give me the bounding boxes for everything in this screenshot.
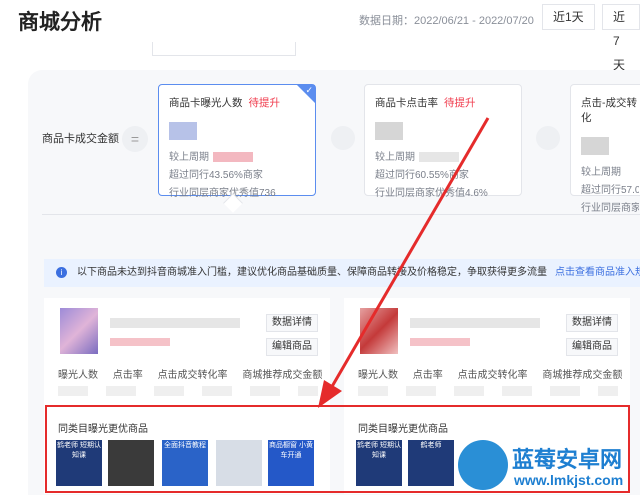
watermark-url: www.lmkjst.com [514, 472, 624, 488]
section-divider [42, 214, 640, 215]
data-detail-button[interactable]: 数据详情 [266, 314, 318, 332]
notice-bar: i 以下商品未达到抖音商城准入门槛，建议优化商品基础质量、保障商品转接及价格稳定，… [44, 259, 640, 287]
notice-link[interactable]: 点击查看商品准入规 [555, 267, 640, 278]
metric-card-ctr[interactable]: 商品卡点击率 待提升 较上周期 超过同行60.55%商家 行业同层商家优秀值4.6… [364, 84, 522, 199]
product-title-blur [410, 318, 540, 328]
stat-gmv: 商城推荐成交金额 [242, 370, 323, 381]
stat-exposure: 曝光人数 [358, 370, 398, 381]
metric-value-blur [581, 137, 609, 155]
product-price-blur [110, 338, 170, 346]
edit-product-button[interactable]: 编辑商品 [266, 338, 318, 356]
watermark: 蓝莓安卓网 www.lmkjst.com [452, 436, 640, 495]
multiply-icon [536, 126, 560, 150]
stat-gmv: 商城推荐成交金额 [542, 370, 623, 381]
edit-product-button[interactable]: 编辑商品 [566, 338, 618, 356]
peer-text: 超过同行57.0 [581, 185, 639, 196]
formula-label: 商品卡成交金额 [42, 133, 119, 145]
watermark-brand: 蓝莓安卓网 [512, 447, 623, 472]
page-title: 商城分析 [18, 11, 102, 34]
product-title-blur [110, 318, 240, 328]
metric-card-conversion[interactable]: 点击-成交转化 较上周期 超过同行57.0 行业同层商家 [570, 84, 640, 214]
metric-card-exposure[interactable]: ✓ 商品卡曝光人数 待提升 较上周期 超过同行43.56%商家 行业同层商家优秀值… [158, 84, 316, 199]
stat-values-blur [358, 386, 618, 396]
info-icon: i [56, 266, 67, 278]
compare-label: 较上周期 [169, 152, 209, 163]
range-button-7d[interactable]: 近7天 [602, 4, 640, 72]
watermark-logo-icon [458, 440, 508, 490]
multiply-icon [331, 126, 355, 150]
metric-title: 点击-成交转化 [581, 97, 637, 124]
compare-label: 较上周期 [581, 167, 621, 178]
metric-tag: 待提升 [444, 97, 476, 109]
product-thumbnail[interactable] [60, 308, 98, 354]
metric-value-blur [375, 122, 403, 140]
notice-text: 以下商品未达到抖音商城准入门槛，建议优化商品基础质量、保障商品转接及价格稳定，争… [77, 267, 547, 278]
range-button-1d[interactable]: 近1天 [542, 4, 595, 30]
product-thumbnail[interactable] [360, 308, 398, 354]
compare-label: 较上周期 [375, 152, 415, 163]
date-range: 数据日期：2022/06/21 - 2022/07/20 [359, 15, 534, 27]
stat-exposure: 曝光人数 [58, 370, 98, 381]
stat-conversion: 点击成交转化率 [457, 370, 528, 381]
equals-icon: = [122, 126, 148, 152]
benchmark-text: 行业同层商家优秀值4.6% [375, 188, 488, 199]
metric-title: 商品卡点击率 [375, 97, 438, 109]
data-detail-button[interactable]: 数据详情 [566, 314, 618, 332]
stat-ctr: 点击率 [412, 370, 443, 381]
metric-value-blur [169, 122, 197, 140]
stat-conversion: 点击成交转化率 [157, 370, 228, 381]
peer-text: 超过同行60.55%商家 [375, 170, 469, 181]
peer-text: 超过同行43.56%商家 [169, 170, 263, 181]
check-corner-icon: ✓ [297, 85, 315, 103]
top-dropdown-stub [152, 42, 296, 56]
stat-ctr: 点击率 [112, 370, 143, 381]
stat-values-blur [58, 386, 318, 396]
product-price-blur [410, 338, 470, 346]
benchmark-text: 行业同层商家 [581, 203, 639, 214]
metric-title: 商品卡曝光人数 [169, 97, 243, 109]
metric-tag: 待提升 [248, 97, 281, 109]
